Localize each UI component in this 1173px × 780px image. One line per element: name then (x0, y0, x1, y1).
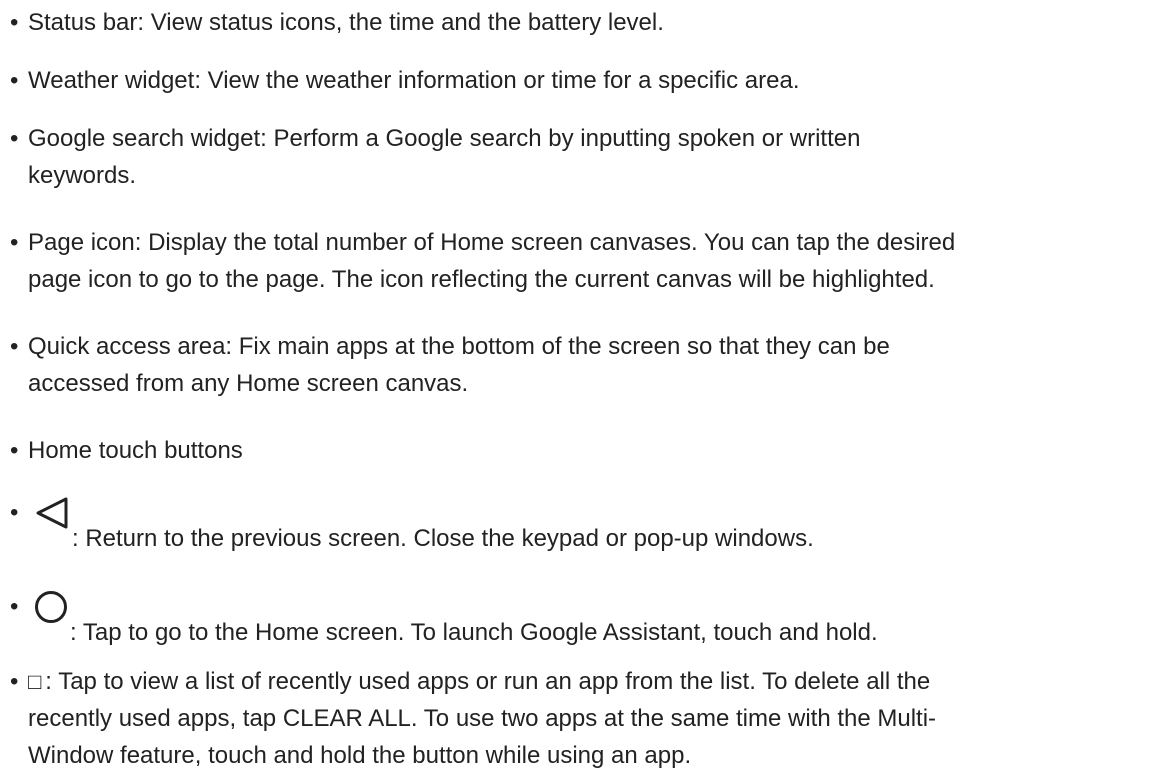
item-text-line-3: Window feature, touch and hold the butto… (28, 742, 692, 769)
item-text: Weather widget: View the weather informa… (28, 67, 800, 94)
list-item-page-icon: • Page icon: Display the total number of… (10, 224, 1165, 298)
bullet: • (10, 499, 19, 526)
item-text-line-2: recently used apps, tap CLEAR ALL. To us… (28, 705, 937, 732)
item-text-line-2: accessed from any Home screen canvas. (28, 370, 469, 397)
item-text-line-1: Google search widget: Perform a Google s… (28, 125, 861, 152)
list-item-weather-widget: • Weather widget: View the weather infor… (10, 62, 1165, 99)
list-item-quick-access-area: • Quick access area: Fix main apps at th… (10, 328, 1165, 402)
item-text-line-1: Quick access area: Fix main apps at the … (28, 333, 890, 360)
bullet: • (10, 9, 19, 36)
back-triangle-icon (34, 496, 70, 530)
list-item-back-button: • : Return to the previous screen. Close… (10, 497, 1165, 557)
item-text-line-2: page icon to go to the page. The icon re… (28, 266, 935, 293)
list-item-recents-button: • □: Tap to view a list of recently used… (10, 663, 1165, 774)
list-item-home-button: • : Tap to go to the Home screen. To lau… (10, 591, 1165, 651)
item-text: : Return to the previous screen. Close t… (72, 525, 814, 552)
bullet: • (10, 668, 19, 695)
item-text: : Tap to go to the Home screen. To launc… (70, 619, 878, 646)
list-item-status-bar: • Status bar: View status icons, the tim… (10, 4, 1165, 41)
item-text-line-1: : Tap to view a list of recently used ap… (45, 668, 931, 695)
list-item-google-search-widget: • Google search widget: Perform a Google… (10, 120, 1165, 194)
bullet: • (10, 437, 19, 464)
list-item-home-touch-buttons: • Home touch buttons (10, 432, 1165, 469)
bullet: • (10, 67, 19, 94)
recents-square-icon: □ (28, 669, 42, 694)
home-circle-icon (34, 590, 68, 624)
item-text-line-1: Page icon: Display the total number of H… (28, 229, 956, 256)
bullet: • (10, 593, 19, 620)
bullet: • (10, 333, 19, 360)
item-text: Home touch buttons (28, 437, 243, 464)
item-text: Status bar: View status icons, the time … (28, 9, 664, 36)
bullet: • (10, 229, 19, 256)
bullet: • (10, 125, 19, 152)
item-text-line-2: keywords. (28, 162, 137, 189)
